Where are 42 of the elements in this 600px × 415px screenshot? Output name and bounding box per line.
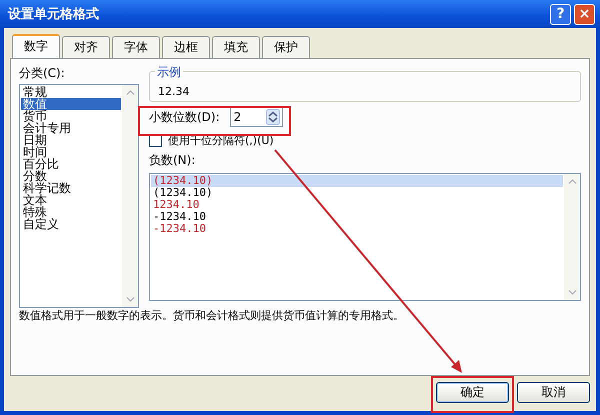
category-label: 分类(C): xyxy=(19,65,66,82)
negative-format-item[interactable]: (1234.10) xyxy=(151,175,563,187)
cancel-button[interactable]: 取消 xyxy=(517,382,590,403)
category-item[interactable]: 会计专用 xyxy=(21,122,121,134)
tab[interactable]: 边框 xyxy=(162,36,210,58)
negative-numbers-label: 负数(N): xyxy=(149,152,196,169)
scrollbar[interactable] xyxy=(122,85,138,307)
scroll-up-icon[interactable] xyxy=(568,179,576,184)
scroll-down-icon[interactable] xyxy=(126,297,134,302)
category-item[interactable]: 货币 xyxy=(21,110,121,122)
spinner-icon[interactable] xyxy=(266,109,280,125)
category-item[interactable]: 百分比 xyxy=(21,158,121,170)
sample-value: 12.34 xyxy=(158,85,190,98)
category-item[interactable]: 日期 xyxy=(21,134,121,146)
description-text: 数值格式用于一般数字的表示。货币和会计格式则提供货币值计算的专用格式。 xyxy=(19,308,404,323)
negative-format-item[interactable]: 1234.10 xyxy=(151,199,563,211)
category-item[interactable]: 文本 xyxy=(21,194,121,206)
window-title: 设置单元格格式 xyxy=(8,6,100,23)
category-item[interactable]: 数值 xyxy=(21,98,121,110)
category-item[interactable]: 自定义 xyxy=(21,218,121,230)
decimal-places-label: 小数位数(D): xyxy=(149,108,220,126)
scroll-down-icon[interactable] xyxy=(568,290,576,295)
scroll-up-icon[interactable] xyxy=(126,90,134,95)
category-item[interactable]: 常规 xyxy=(21,86,121,98)
ok-button[interactable]: 确定 xyxy=(436,382,509,403)
tab[interactable]: 字体 xyxy=(112,36,160,58)
category-item[interactable]: 科学记数 xyxy=(21,182,121,194)
help-button[interactable]: ? xyxy=(550,4,571,24)
negative-format-item[interactable]: -1234.10 xyxy=(151,211,563,223)
decimal-places-field[interactable]: 2 xyxy=(230,107,283,127)
category-item[interactable]: 分数 xyxy=(21,170,121,182)
category-item[interactable]: 特殊 xyxy=(21,206,121,218)
close-button[interactable]: × xyxy=(574,4,595,24)
negative-format-item[interactable]: (1234.10) xyxy=(151,187,563,199)
sample-title: 示例 xyxy=(155,64,183,81)
negative-format-item[interactable]: -1234.10 xyxy=(151,223,563,235)
tab[interactable]: 保护 xyxy=(262,36,310,58)
tab[interactable]: 填充 xyxy=(212,36,260,58)
category-item[interactable]: 时间 xyxy=(21,146,121,158)
scrollbar[interactable] xyxy=(564,174,580,300)
tab[interactable]: 数字 xyxy=(12,34,60,58)
tab[interactable]: 对齐 xyxy=(62,36,110,58)
